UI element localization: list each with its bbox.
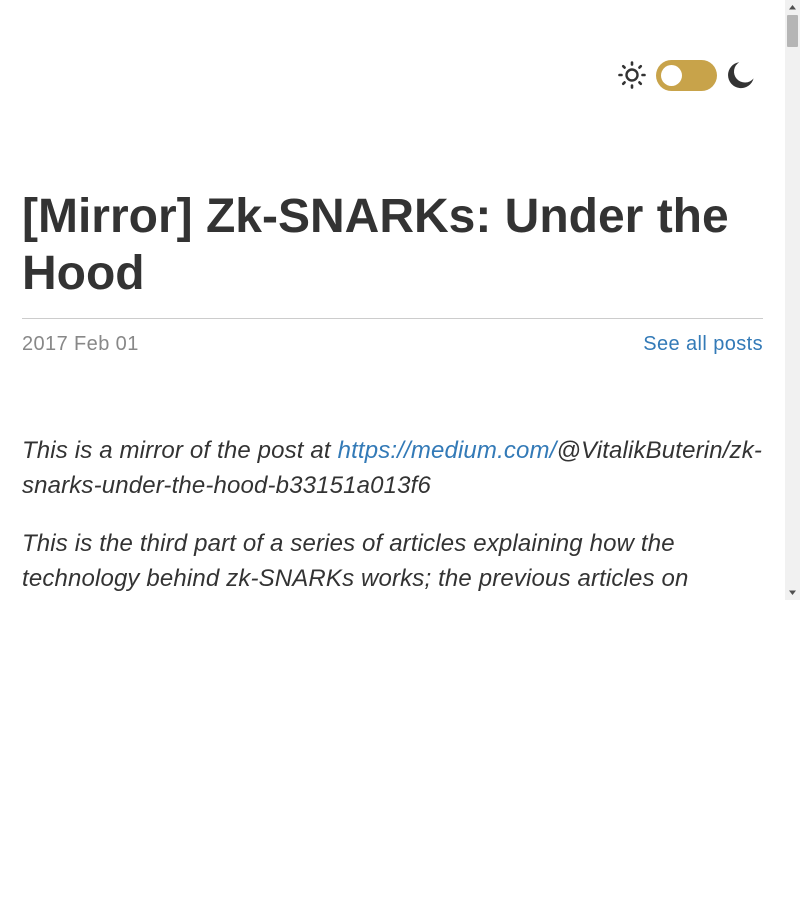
post-date: 2017 Feb 01 [22,333,139,355]
post-meta: 2017 Feb 01 See all posts [22,332,763,356]
mirror-notice-prefix: This is a mirror of the post at [22,437,338,464]
page-viewport: [Mirror] Zk-SNARKs: Under the Hood 2017 … [0,0,800,600]
post-title: [Mirror] Zk-SNARKs: Under the Hood [22,190,729,300]
medium-link[interactable]: https://medium.com/ [338,437,557,464]
sun-icon[interactable] [617,60,647,90]
scroll-up-arrow-icon[interactable] [785,0,800,15]
mirror-notice: This is a mirror of the post at https://… [22,433,763,503]
vertical-scrollbar[interactable] [785,0,800,600]
intro-paragraph: This is the third part of a series of ar… [22,530,689,592]
switch-knob [661,64,682,86]
see-all-posts-link[interactable]: See all posts [643,332,763,356]
moon-icon[interactable] [725,59,757,91]
title-divider [22,318,763,319]
theme-switch[interactable] [656,59,717,91]
theme-toggle [617,59,757,91]
scrollbar-thumb[interactable] [787,15,798,47]
scroll-down-arrow-icon[interactable] [785,585,800,600]
